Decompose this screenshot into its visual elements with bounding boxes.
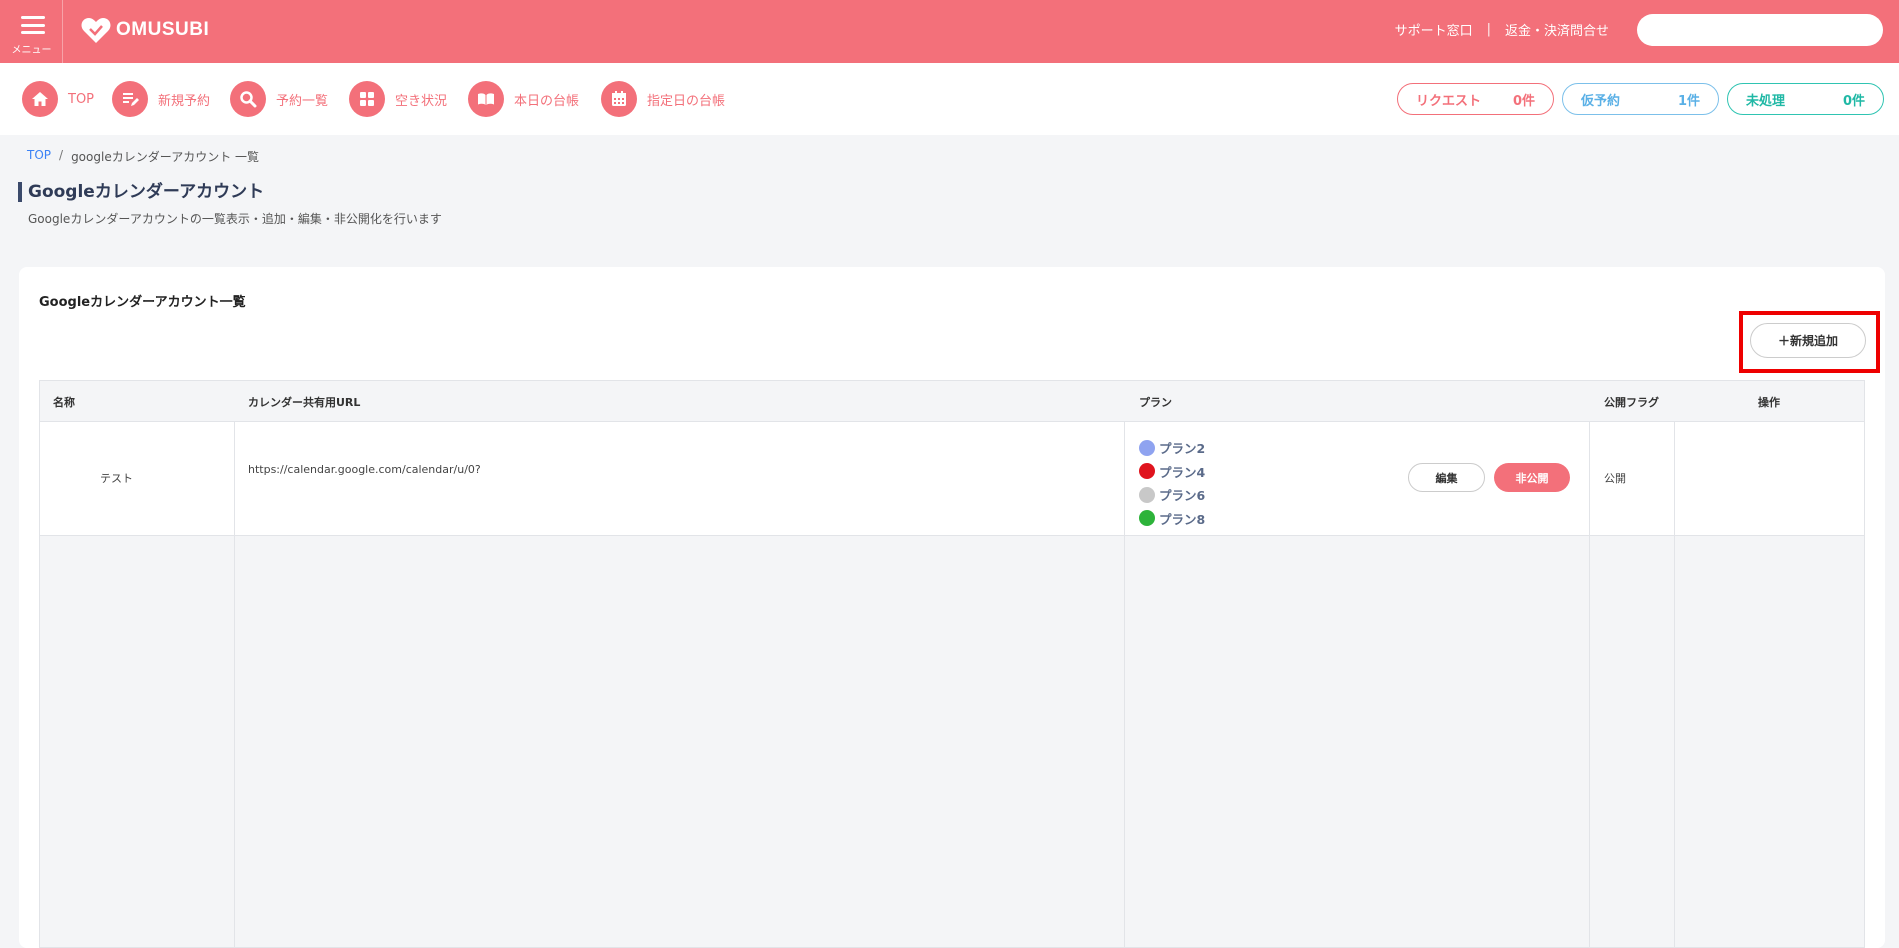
breadcrumb: TOP / googleカレンダーアカウント 一覧 xyxy=(27,148,259,165)
column-divider xyxy=(40,422,235,536)
logo-text: OMUSUBI xyxy=(116,19,210,40)
calendar-url: https://calendar.google.com/calendar/u/0… xyxy=(248,463,481,476)
plan-color-dot xyxy=(1139,486,1155,503)
nav-item-label: 新規予約 xyxy=(158,93,211,109)
page-description: Googleカレンダーアカウントの一覧表示・追加・編集・非公開化を行います xyxy=(28,212,442,226)
calendar-icon xyxy=(601,81,637,117)
table-row: テスト https://calendar.google.com/calendar… xyxy=(40,422,1864,536)
heart-logo-icon xyxy=(81,18,111,43)
unprocessed-badge[interactable]: 未処理 0件 xyxy=(1727,83,1884,115)
nav-item-new-reservation[interactable]: 新規予約 xyxy=(112,81,210,117)
plan-list: プラン2 プラン4 プラン6 プラン8 xyxy=(1139,436,1205,530)
plan-label: プラン6 xyxy=(1159,488,1206,504)
column-divider xyxy=(1590,422,1675,536)
badge-count: 1件 xyxy=(1677,93,1700,109)
plan-label: プラン4 xyxy=(1159,464,1206,480)
badge-count: 0件 xyxy=(1512,93,1535,109)
edit-icon xyxy=(112,81,148,117)
nav-item-label: 空き状況 xyxy=(395,93,448,109)
refund-inquiry-link[interactable]: 返金・決済問合せ xyxy=(1505,20,1609,39)
public-flag: 公開 xyxy=(1604,472,1626,485)
link-separator: | xyxy=(1486,22,1491,37)
header-public-flag: 公開フラグ xyxy=(1604,396,1659,409)
badge-label: リクエスト xyxy=(1416,93,1482,109)
nav-item-label: 指定日の台帳 xyxy=(647,93,726,109)
plan-item: プラン4 xyxy=(1139,460,1205,484)
badge-count: 0件 xyxy=(1842,93,1865,109)
make-private-button[interactable]: 非公開 xyxy=(1494,463,1570,492)
nav-item-date-ledger[interactable]: 指定日の台帳 xyxy=(601,81,725,117)
nav-item-top[interactable]: TOP xyxy=(22,81,94,117)
tentative-reservation-badge[interactable]: 仮予約 1件 xyxy=(1562,83,1719,115)
plan-color-dot xyxy=(1139,439,1155,456)
badge-label: 仮予約 xyxy=(1581,93,1621,109)
badge-label: 未処理 xyxy=(1746,93,1786,109)
plan-label: プラン2 xyxy=(1159,441,1206,457)
menu-label: メニュー xyxy=(11,45,52,56)
plan-item: プラン2 xyxy=(1139,436,1205,460)
home-icon xyxy=(22,81,58,117)
top-links: サポート窓口 | 返金・決済問合せ xyxy=(1395,20,1609,39)
search-icon xyxy=(230,81,266,117)
breadcrumb-separator: / xyxy=(59,148,64,162)
top-bar: メニュー OMUSUBI サポート窓口 | 返金・決済問合せ xyxy=(0,0,1899,63)
request-badge[interactable]: リクエスト 0件 xyxy=(1397,83,1554,115)
header-search-input[interactable] xyxy=(1637,14,1883,46)
table-header: 名称 カレンダー共有用URL プラン 公開フラグ 操作 xyxy=(40,381,1864,422)
page-title: Googleカレンダーアカウント xyxy=(18,182,264,202)
nav-item-label: 予約一覧 xyxy=(276,93,329,109)
hamburger-icon xyxy=(21,16,45,34)
account-list-card: Googleカレンダーアカウント一覧 ＋新規追加 名称 カレンダー共有用URL … xyxy=(19,267,1885,948)
nav-item-label: TOP xyxy=(68,91,95,107)
menu-button[interactable]: メニュー xyxy=(0,0,63,63)
edit-button[interactable]: 編集 xyxy=(1408,463,1485,492)
breadcrumb-current: googleカレンダーアカウント 一覧 xyxy=(71,150,260,164)
nav-item-label: 本日の台帳 xyxy=(514,93,580,109)
plan-label: プラン8 xyxy=(1159,511,1206,527)
nav-item-availability[interactable]: 空き状況 xyxy=(349,81,447,117)
card-title: Googleカレンダーアカウント一覧 xyxy=(39,295,246,310)
add-new-button[interactable]: ＋新規追加 xyxy=(1750,323,1866,358)
header-plan: プラン xyxy=(1139,396,1172,409)
header-url: カレンダー共有用URL xyxy=(248,396,361,409)
nav-item-today-ledger[interactable]: 本日の台帳 xyxy=(468,81,579,117)
logo[interactable]: OMUSUBI xyxy=(80,14,209,46)
plan-item: プラン8 xyxy=(1139,507,1205,531)
nav-bar: TOP 新規予約 予約一覧 空き状況 本日の台帳 指定日の台帳 リクエスト 0件 xyxy=(0,63,1899,135)
account-name: テスト xyxy=(100,472,133,485)
header-name: 名称 xyxy=(53,396,75,409)
plan-color-dot xyxy=(1139,510,1155,527)
support-link[interactable]: サポート窓口 xyxy=(1395,20,1473,39)
column-divider xyxy=(235,422,1125,536)
header-actions: 操作 xyxy=(1758,396,1780,409)
plan-item: プラン6 xyxy=(1139,483,1205,507)
grid-icon xyxy=(349,81,385,117)
nav-item-reservation-list[interactable]: 予約一覧 xyxy=(230,81,328,117)
breadcrumb-top-link[interactable]: TOP xyxy=(27,148,51,165)
book-icon xyxy=(468,81,504,117)
plan-color-dot xyxy=(1139,463,1155,480)
account-table: 名称 カレンダー共有用URL プラン 公開フラグ 操作 テスト https://… xyxy=(39,380,1865,948)
